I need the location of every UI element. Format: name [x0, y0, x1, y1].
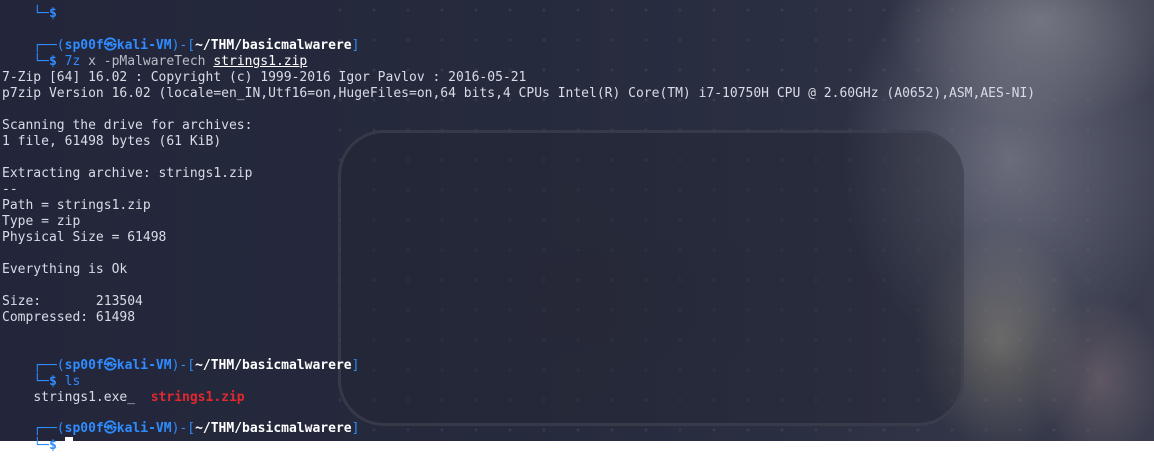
command-file-argument: strings1.zip [213, 54, 308, 69]
output-line: Physical Size = 61498 [2, 230, 167, 245]
prompt-at-symbol: ㉿ [103, 421, 117, 436]
prompt-line-2: ┌──(sp00f㉿kali-VM)-[~/THM/basicmalwarere… [33, 358, 360, 373]
prompt-host: kali-VM [116, 358, 172, 373]
output-line: Size: 213504 [2, 294, 143, 309]
output-line: Everything is Ok [2, 262, 128, 277]
output-line: Extracting archive: strings1.zip [2, 166, 253, 181]
prompt-at-symbol: ㉿ [103, 358, 117, 373]
output-line: Path = strings1.zip [2, 198, 151, 213]
command-args: x -pMalwareTech [88, 54, 206, 69]
command-line-1: └─$ 7z x -pMalwareTech strings1.zip [33, 54, 308, 69]
output-line: -- [2, 182, 18, 197]
terminal-window[interactable]: └─$ ┌──(sp00f㉿kali-VM)-[~/THM/basicmalwa… [0, 0, 1154, 453]
text-cursor [64, 437, 73, 451]
archive-file-entry: strings1.zip [150, 390, 245, 405]
prompt-cwd: ~/THM/basicmalwarere [195, 358, 352, 373]
output-line: Compressed: 61498 [2, 310, 136, 325]
scrolled-prompt-fragment: └─$ [33, 6, 57, 21]
command-program: 7z [64, 54, 81, 69]
prompt-host: kali-VM [116, 421, 172, 436]
output-line: 7-Zip [64] 16.02 : Copyright (c) 1999-20… [2, 70, 527, 85]
prompt-cwd: ~/THM/basicmalwarere [195, 421, 352, 436]
ls-output-line: strings1.exe_ strings1.zip [2, 374, 244, 405]
prompt-dollar: $ [48, 54, 57, 69]
output-line: 1 file, 61498 bytes (61 KiB) [2, 134, 222, 149]
prompt-line-3: ┌──(sp00f㉿kali-VM)-[~/THM/basicmalwarere… [33, 421, 360, 436]
command-line-3[interactable]: └─$ [2, 421, 73, 453]
file-entry: strings1.exe_ [33, 390, 136, 405]
output-line: p7zip Version 16.02 (locale=en_IN,Utf16=… [2, 86, 1036, 101]
output-line: Scanning the drive for archives: [2, 118, 253, 133]
prompt-line-1: ┌──(sp00f㉿kali-VM)-[~/THM/basicmalwarere… [33, 38, 360, 53]
prompt-dollar: $ [48, 438, 57, 453]
command-line-2: └─$ ls [33, 374, 81, 389]
output-line: Type = zip [2, 214, 81, 229]
